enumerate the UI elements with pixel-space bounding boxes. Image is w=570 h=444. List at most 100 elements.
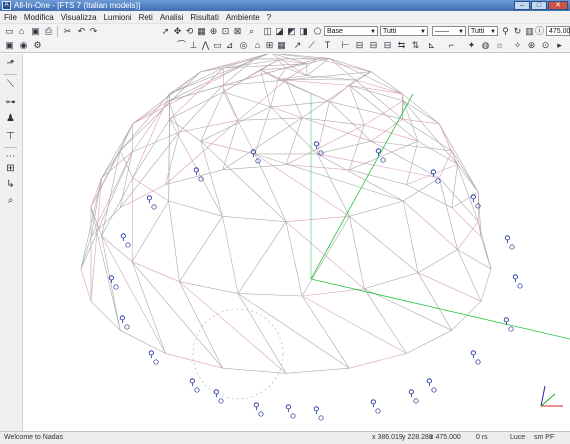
frame-strut [222, 120, 239, 170]
luminaire-icon: ⚲ [375, 148, 382, 158]
view-iso-icon[interactable]: ◨ [298, 26, 309, 37]
calc-tool-icon[interactable]: ⊤ [3, 130, 18, 143]
align-left-icon[interactable]: ⊟ [354, 40, 365, 51]
luminaire-marker [125, 242, 131, 248]
measure-tool-icon[interactable]: ⊶ [3, 96, 18, 109]
mirror-icon[interactable]: ⇆ [396, 40, 407, 51]
frame-strut [417, 272, 482, 302]
flip-icon[interactable]: ⇅ [410, 40, 421, 51]
luminaire-icon: ⚲ [108, 275, 115, 285]
dome-wireframe[interactable]: ⚲ ⚲ ⚲ ⚲ ⚲ ⚲ ⚲ ⚲ ⚲ ⚲ ⚲ ⚲ ⚲ ⚲ ⚲ ⚲ ⚲ ⚲ ⚲ ⚲ ⚲ ⚲ ⚲ [23, 54, 570, 431]
draw-line-icon[interactable]: ⊥ [188, 40, 199, 51]
measure-icon[interactable]: ⟋ [306, 40, 317, 51]
frame-strut [285, 221, 303, 297]
zoom-extents-icon[interactable]: ⊠ [232, 26, 243, 37]
luminaire-tool-icon[interactable]: ♟ [3, 112, 18, 125]
frame-strut [237, 293, 350, 369]
rectangle-icon[interactable]: ▭ [212, 40, 223, 51]
grid-tool-icon[interactable]: ⊞ [3, 162, 18, 175]
open-folder-icon[interactable]: ⌂ [16, 26, 27, 37]
close-button[interactable]: ✕ [548, 1, 568, 10]
luminaire-icon: ⚲ [313, 141, 320, 151]
sun-icon[interactable]: ☼ [494, 40, 505, 51]
grid-icon[interactable]: ▦ [196, 26, 207, 37]
save-icon[interactable]: ▣ [30, 26, 41, 37]
print-icon[interactable]: ⎙ [43, 26, 54, 37]
frame-strut [119, 93, 170, 152]
layer-icon[interactable]: ⬠ [312, 26, 323, 37]
view-side-icon[interactable]: ◪ [274, 26, 285, 37]
arrow-out-icon[interactable]: ↗ [292, 40, 303, 51]
cut-icon[interactable]: ✂ [62, 26, 73, 37]
coordinate-input[interactable]: 475.0000000 [546, 26, 570, 36]
pointer-tool-icon[interactable]: ⬏ [3, 57, 18, 70]
move-icon[interactable]: ✥ [172, 26, 183, 37]
frame-strut [222, 85, 239, 121]
link-icon[interactable]: ⚲ [500, 26, 511, 37]
luminaire-icon: ⚲ [250, 149, 257, 159]
align-center-icon[interactable]: ⊟ [368, 40, 379, 51]
menu-analisi[interactable]: Analisi [160, 13, 184, 22]
align-right-icon[interactable]: ⊟ [382, 40, 393, 51]
info-icon[interactable]: ⓘ [534, 26, 545, 37]
menu-risultati[interactable]: Risultati [190, 13, 218, 22]
crosshair-icon[interactable]: ⊕ [208, 26, 219, 37]
sphere-icon[interactable]: ◍ [480, 40, 491, 51]
menu-reti[interactable]: Reti [139, 13, 153, 22]
render-icon[interactable]: ⊛ [526, 40, 537, 51]
left-toolbox: ⬏ ⟍ ⊶ ♟ ⊤ ⋯ ⊞ ↳ ⌕ [0, 54, 23, 431]
redo-icon[interactable]: ↷ [88, 26, 99, 37]
polyline-icon[interactable]: ⋀ [200, 40, 211, 51]
frame-ring-edge [222, 164, 287, 171]
view-top-icon[interactable]: ◩ [286, 26, 297, 37]
home-icon[interactable]: ⌂ [252, 40, 263, 51]
3d-viewport[interactable]: ⚲ ⚲ ⚲ ⚲ ⚲ ⚲ ⚲ ⚲ ⚲ ⚲ ⚲ ⚲ ⚲ ⚲ ⚲ ⚲ ⚲ ⚲ ⚲ ⚲ ⚲ ⚲ ⚲ [23, 54, 570, 431]
shape-icon[interactable]: ⊿ [224, 40, 235, 51]
zoom-window-icon[interactable]: ⊡ [220, 26, 231, 37]
dimension-icon[interactable]: ⊢ [340, 40, 351, 51]
options-icon[interactable]: ⊙ [540, 40, 551, 51]
maximize-button[interactable]: □ [531, 1, 547, 10]
menu-ambiente[interactable]: Ambiente [226, 13, 260, 22]
grid-9-icon[interactable]: ▦ [276, 40, 287, 51]
chart-icon[interactable]: ⊾ [426, 40, 437, 51]
settings-icon[interactable]: ⚙ [32, 40, 43, 51]
more-icon[interactable]: ▸ [554, 40, 565, 51]
filter-combo-2[interactable]: Tutti ▼ [468, 26, 498, 36]
frame-strut [222, 117, 303, 171]
text-icon[interactable]: T [322, 40, 333, 51]
undo-icon[interactable]: ↶ [76, 26, 87, 37]
select-icon[interactable]: ➚ [160, 26, 171, 37]
view-front-icon[interactable]: ◫ [262, 26, 273, 37]
line-tool-icon[interactable]: ⟍ [3, 78, 18, 91]
window-title: All-In-One - [FTS 7 (Italian models)] [14, 1, 141, 10]
aim-tool-icon[interactable]: ↳ [3, 178, 18, 191]
rotate-icon[interactable]: ⟲ [184, 26, 195, 37]
frame-strut [169, 91, 224, 120]
menu-modifica[interactable]: Modifica [24, 13, 54, 22]
zoom-tool-icon[interactable]: ⌕ [3, 194, 18, 207]
target-icon[interactable]: ◎ [238, 40, 249, 51]
new-file-icon[interactable]: ▭ [4, 26, 15, 37]
refresh-icon[interactable]: ↻ [512, 26, 523, 37]
luminaire-icon: ⚲ [189, 378, 196, 388]
filter-combo[interactable]: Tutti ▼ [380, 26, 428, 36]
stairs-icon[interactable]: ⌐ [446, 40, 457, 51]
menu-visualizza[interactable]: Visualizza [61, 13, 97, 22]
grid-4-icon[interactable]: ⊞ [264, 40, 275, 51]
frame-strut [402, 118, 440, 125]
menu-help[interactable]: ? [267, 13, 271, 22]
menu-lumioni[interactable]: Lumioni [104, 13, 132, 22]
camera-icon[interactable]: ◉ [18, 40, 29, 51]
menu-file[interactable]: File [4, 13, 17, 22]
line-style-combo[interactable]: —— ▼ [432, 26, 466, 36]
layer-combo[interactable]: Base ▼ [324, 26, 378, 36]
window-icon[interactable]: ▣ [4, 40, 15, 51]
draw-arc-icon[interactable]: ⌒ [176, 40, 187, 51]
spot-icon[interactable]: ✧ [512, 40, 523, 51]
minimize-button[interactable]: – [514, 1, 530, 10]
zoom-icon[interactable]: ⌕ [246, 26, 257, 37]
light-icon[interactable]: ✦ [466, 40, 477, 51]
luminaire-marker [124, 324, 130, 330]
frame-ring-edge [480, 268, 492, 302]
